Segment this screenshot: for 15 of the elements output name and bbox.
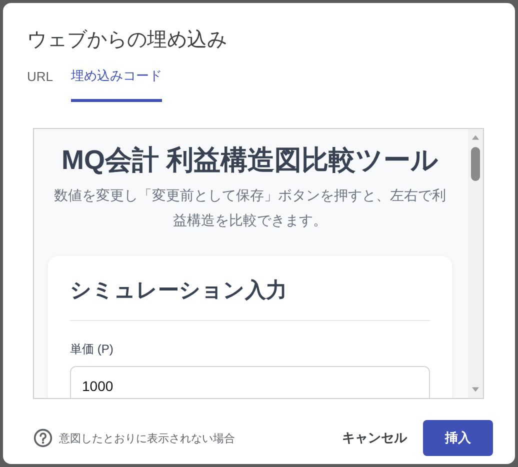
card-title: シミュレーション入力 [70, 278, 288, 304]
scroll-thumb[interactable] [471, 147, 480, 181]
scroll-up-icon[interactable] [471, 133, 480, 141]
scrollbar[interactable] [468, 129, 483, 398]
page-description: 数値を変更し「変更前として保存」ボタンを押すと、左右で利益構造を比較できます。 [53, 186, 447, 230]
scroll-down-icon[interactable] [471, 386, 480, 394]
dialog-title: ウェブからの埋め込み [26, 28, 228, 53]
insert-button[interactable]: 挿入 [423, 420, 493, 456]
cancel-button[interactable]: キャンセル [328, 420, 421, 456]
help-link[interactable]: 意図したとおりに表示されない場合 [33, 428, 235, 448]
tab[interactable]: URL [27, 67, 54, 102]
field-label: 単価 (P) [70, 341, 114, 358]
help-icon [33, 428, 53, 448]
page-heading: MQ会計 利益構造図比較ツール [60, 144, 440, 177]
tab[interactable]: 埋め込みコード [71, 67, 162, 102]
